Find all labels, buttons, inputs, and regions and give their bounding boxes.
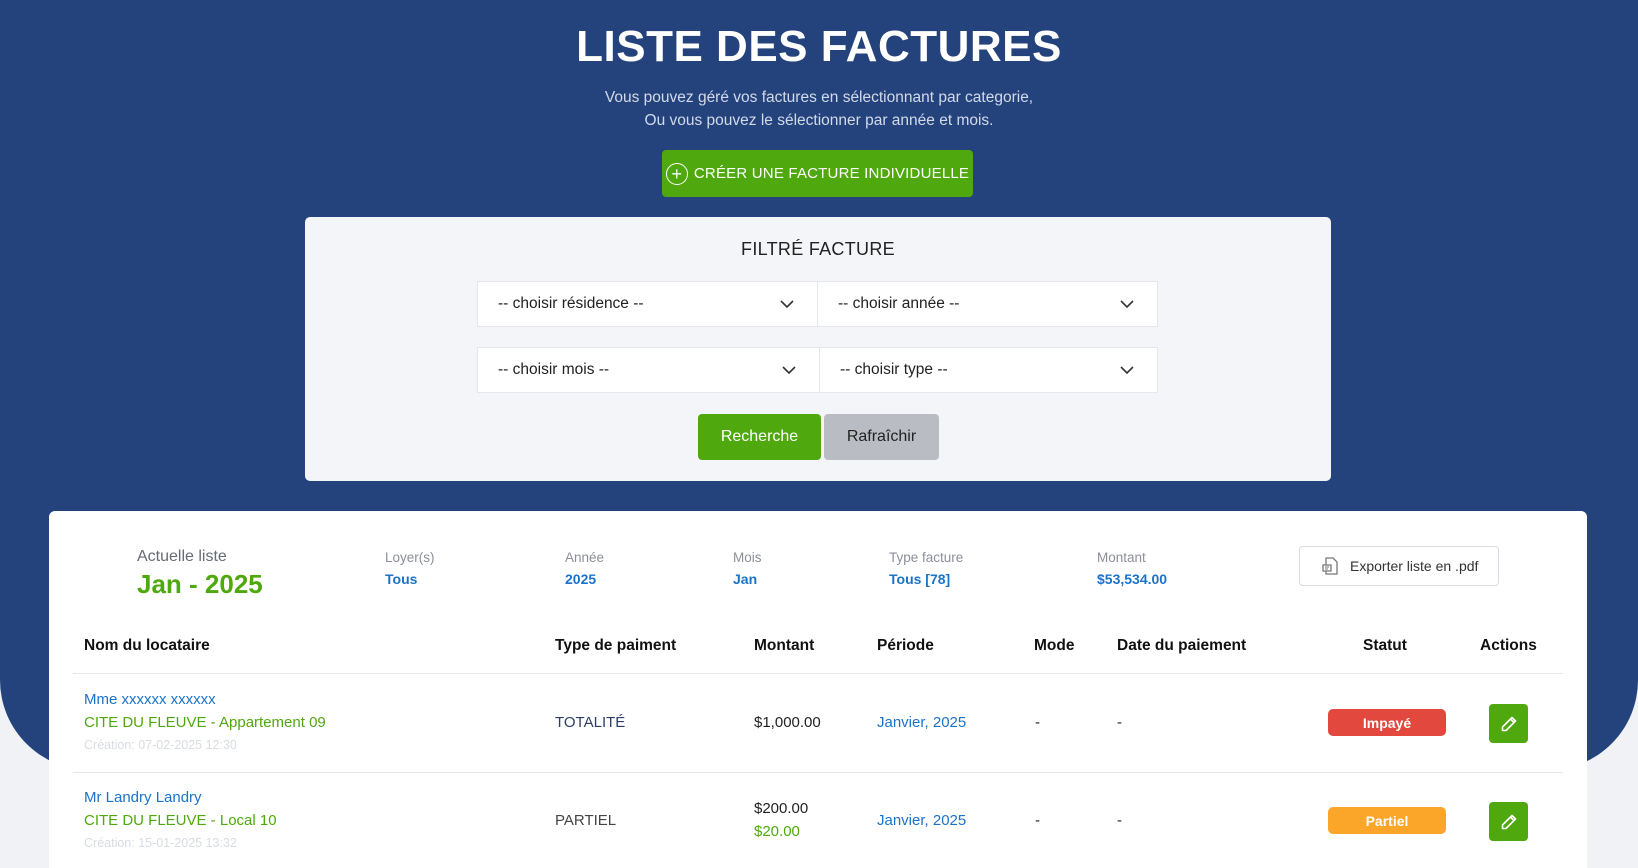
page-title: LISTE DES FACTURES: [576, 22, 1062, 71]
create-invoice-button[interactable]: + CRÉER UNE FACTURE INDIVIDUELLE: [662, 150, 973, 197]
column-header-payment-type: Type de paiment: [555, 637, 677, 654]
invoice-amount: $200.00: [754, 800, 809, 817]
residence-name: CITE DU FLEUVE - Appartement 09: [84, 714, 326, 731]
column-header-amount: Montant: [754, 637, 815, 654]
plus-circle-icon: +: [665, 162, 688, 185]
create-invoice-label: CRÉER UNE FACTURE INDIVIDUELLE: [693, 165, 970, 182]
payment-mode: -: [1035, 812, 1040, 829]
payment-date: -: [1117, 812, 1122, 829]
type-select-value: -- choisir type --: [840, 361, 948, 378]
chevron-down-icon: [1120, 300, 1134, 309]
payment-mode: -: [1035, 714, 1040, 731]
pencil-icon: [1501, 814, 1516, 829]
invoice-amount: $1,000.00: [754, 714, 821, 731]
chevron-down-icon: [1120, 366, 1134, 375]
rent-value: Tous: [385, 571, 418, 587]
column-header-status: Statut: [1363, 637, 1407, 654]
month-label: Mois: [733, 550, 762, 565]
column-header-payment-date: Date du paiement: [1117, 637, 1247, 654]
creation-date: Création: 07-02-2025 12:30: [84, 738, 237, 752]
column-header-tenant: Nom du locataire: [84, 637, 210, 654]
residence-name: CITE DU FLEUVE - Local 10: [84, 812, 277, 829]
column-header-mode: Mode: [1034, 637, 1075, 654]
payment-type: PARTIEL: [555, 812, 617, 829]
column-header-actions: Actions: [1480, 637, 1537, 654]
year-select[interactable]: -- choisir année --: [817, 281, 1158, 327]
chevron-down-icon: [782, 366, 796, 375]
residence-select[interactable]: -- choisir résidence --: [477, 281, 818, 327]
amount-label: Montant: [1097, 550, 1146, 565]
pdf-file-icon: [1322, 557, 1338, 575]
search-button[interactable]: Recherche: [698, 414, 821, 460]
billing-period: Janvier, 2025: [877, 812, 967, 829]
status-badge: Partiel: [1328, 807, 1446, 834]
tenant-name-link[interactable]: Mr Landry Landry: [84, 789, 202, 806]
pencil-icon: [1501, 716, 1516, 731]
invoice-list-panel: Actuelle liste Jan - 2025 Loyer(s) Tous …: [49, 511, 1587, 868]
filter-title: FILTRÉ FACTURE: [741, 239, 895, 259]
filter-panel: FILTRÉ FACTURE -- choisir résidence -- -…: [305, 217, 1331, 481]
type-select[interactable]: -- choisir type --: [819, 347, 1158, 393]
invoice-type-label: Type facture: [889, 550, 964, 565]
table-header-divider: [73, 673, 1563, 674]
year-value: 2025: [565, 571, 597, 587]
chevron-down-icon: [780, 300, 794, 309]
creation-date: Création: 15-01-2025 13:32: [84, 836, 237, 850]
status-badge: Impayé: [1328, 709, 1446, 736]
edit-invoice-button[interactable]: [1489, 704, 1528, 743]
invoice-type-value: Tous [78]: [889, 571, 951, 587]
page-subtitle: Vous pouvez géré vos factures en sélecti…: [0, 86, 1638, 132]
month-select-value: -- choisir mois --: [498, 361, 610, 378]
year-select-value: -- choisir année --: [838, 295, 960, 312]
subtitle-line-1: Vous pouvez géré vos factures en sélecti…: [604, 89, 1034, 106]
payment-type: TOTALITÉ: [555, 714, 626, 731]
table-row-divider: [73, 772, 1563, 773]
payment-date: -: [1117, 714, 1122, 731]
month-value: Jan: [733, 571, 758, 587]
column-header-period: Période: [877, 637, 934, 654]
refresh-button[interactable]: Rafraîchir: [824, 414, 939, 460]
rent-label: Loyer(s): [385, 550, 435, 565]
subtitle-line-2: Ou vous pouvez le sélectionner par année…: [644, 112, 994, 129]
amount-value: $53,534.00: [1097, 571, 1168, 587]
current-list-value: Jan - 2025: [137, 569, 263, 599]
export-pdf-label: Exporter liste en .pdf: [1350, 558, 1479, 574]
month-select[interactable]: -- choisir mois --: [477, 347, 820, 393]
year-label: Année: [565, 550, 605, 565]
billing-period: Janvier, 2025: [877, 714, 967, 731]
export-pdf-button[interactable]: Exporter liste en .pdf: [1299, 546, 1499, 586]
tenant-name-link[interactable]: Mme xxxxxx xxxxxx: [84, 691, 216, 708]
amount-paid: $20.00: [754, 823, 800, 840]
edit-invoice-button[interactable]: [1489, 802, 1528, 841]
residence-select-value: -- choisir résidence --: [498, 295, 644, 312]
current-list-label: Actuelle liste: [137, 548, 227, 565]
